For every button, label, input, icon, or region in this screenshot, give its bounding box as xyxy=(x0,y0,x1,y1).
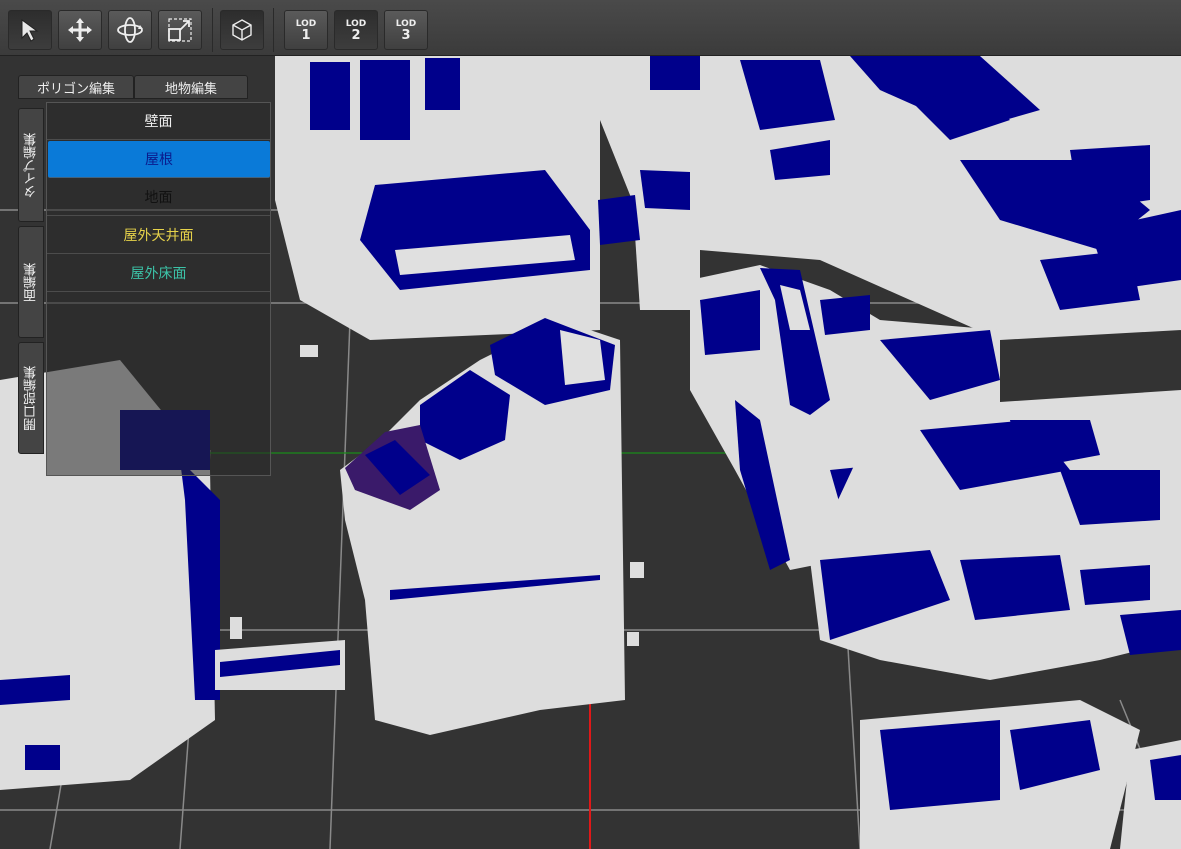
lod2-button[interactable]: LOD 2 xyxy=(334,10,378,50)
editor-top-tabs: ポリゴン編集 地物編集 xyxy=(18,75,248,99)
lod3-label: LOD xyxy=(395,18,417,29)
move-icon xyxy=(68,18,92,42)
toolbar-separator xyxy=(212,8,213,52)
type-item-wall-label: 壁面 xyxy=(144,114,173,130)
type-item-roof[interactable]: 屋根 xyxy=(48,141,270,178)
side-tab-type-edit[interactable]: タイプ編集 xyxy=(18,108,44,222)
small-structure xyxy=(230,617,242,639)
select-arrow-icon xyxy=(21,19,39,42)
tab-feature-edit-label: 地物編集 xyxy=(164,81,217,97)
side-tab-type-edit-label: タイプ編集 xyxy=(23,132,39,198)
tab-feature-edit[interactable]: 地物編集 xyxy=(134,75,248,99)
toolbar: LOD 1 LOD 2 LOD 3 xyxy=(0,0,1181,56)
lod3-number: 3 xyxy=(401,27,411,43)
side-tab-opening-edit[interactable]: 開口部編集 xyxy=(18,342,44,454)
type-item-outer-ceiling-label: 屋外天井面 xyxy=(123,228,194,244)
move-tool-button[interactable] xyxy=(58,10,102,50)
side-tab-opening-edit-label: 開口部編集 xyxy=(23,365,39,431)
rotate-icon xyxy=(117,17,143,43)
type-item-roof-label: 屋根 xyxy=(145,152,173,168)
lod2-label: LOD xyxy=(345,18,367,29)
side-tab-face-edit[interactable]: 面編集 xyxy=(18,226,44,338)
select-tool-button[interactable] xyxy=(8,10,52,50)
scale-tool-button[interactable] xyxy=(158,10,202,50)
type-item-outer-floor[interactable]: 屋外床面 xyxy=(47,255,270,292)
building-top-left xyxy=(275,56,600,340)
small-structure xyxy=(630,562,644,578)
type-item-outer-floor-label: 屋外床面 xyxy=(130,266,187,282)
type-item-outer-ceiling[interactable]: 屋外天井面 xyxy=(47,217,270,254)
rotate-tool-button[interactable] xyxy=(108,10,152,50)
type-list-panel: 壁面 屋根 地面 屋外天井面 屋外床面 xyxy=(46,102,271,476)
lod3-button[interactable]: LOD 3 xyxy=(384,10,428,50)
side-tab-face-edit-label: 面編集 xyxy=(23,262,39,302)
lod1-label: LOD xyxy=(295,18,317,29)
tab-polygon-edit-label: ポリゴン編集 xyxy=(36,81,115,97)
lod2-number: 2 xyxy=(351,27,361,43)
scale-icon xyxy=(168,18,192,42)
type-item-ground-label: 地面 xyxy=(144,190,173,206)
toolbar-separator xyxy=(273,8,274,52)
view-mode-button[interactable] xyxy=(220,10,264,50)
type-item-wall[interactable]: 壁面 xyxy=(47,103,270,140)
small-structure xyxy=(627,632,639,646)
small-structure xyxy=(300,345,318,357)
view-cube-icon xyxy=(232,19,252,41)
lod1-number: 1 xyxy=(301,27,311,43)
type-item-ground[interactable]: 地面 xyxy=(47,179,270,216)
tab-polygon-edit[interactable]: ポリゴン編集 xyxy=(18,75,134,99)
lod1-button[interactable]: LOD 1 xyxy=(284,10,328,50)
